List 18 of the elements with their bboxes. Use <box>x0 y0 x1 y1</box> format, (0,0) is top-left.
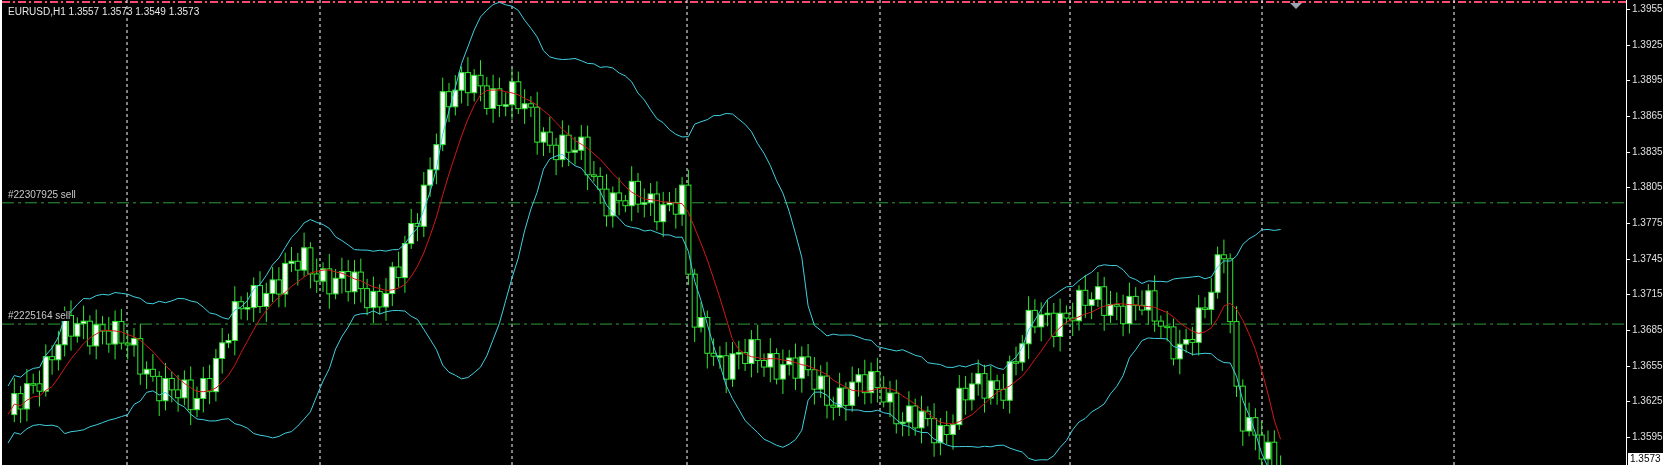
current-price-label: 1.3573 <box>1628 453 1663 465</box>
price-label: 1.3715 <box>1632 289 1663 300</box>
price-label: 1.3865 <box>1632 111 1663 121</box>
price-label: 1.3925 <box>1632 39 1663 50</box>
price-label: 1.3655 <box>1632 360 1663 371</box>
order-label: #22307925 sell <box>8 189 76 200</box>
price-label: 1.3775 <box>1632 218 1663 228</box>
price-label: 1.3835 <box>1632 146 1663 157</box>
price-label: 1.3625 <box>1632 396 1663 407</box>
price-label: 1.3595 <box>1632 432 1663 443</box>
symbol-info: EURUSD,H1 1.3557 1.3573 1.3549 1.3573 <box>8 7 200 17</box>
price-label: 1.3745 <box>1632 253 1663 264</box>
shift-marker-icon[interactable] <box>1290 3 1302 9</box>
price-label: 1.3895 <box>1632 75 1663 86</box>
price-label: 1.3685 <box>1632 325 1663 335</box>
price-label: 1.3805 <box>1632 182 1663 193</box>
order-label: #2225164 sell <box>8 311 71 322</box>
price-label: 1.3955 <box>1632 4 1663 14</box>
